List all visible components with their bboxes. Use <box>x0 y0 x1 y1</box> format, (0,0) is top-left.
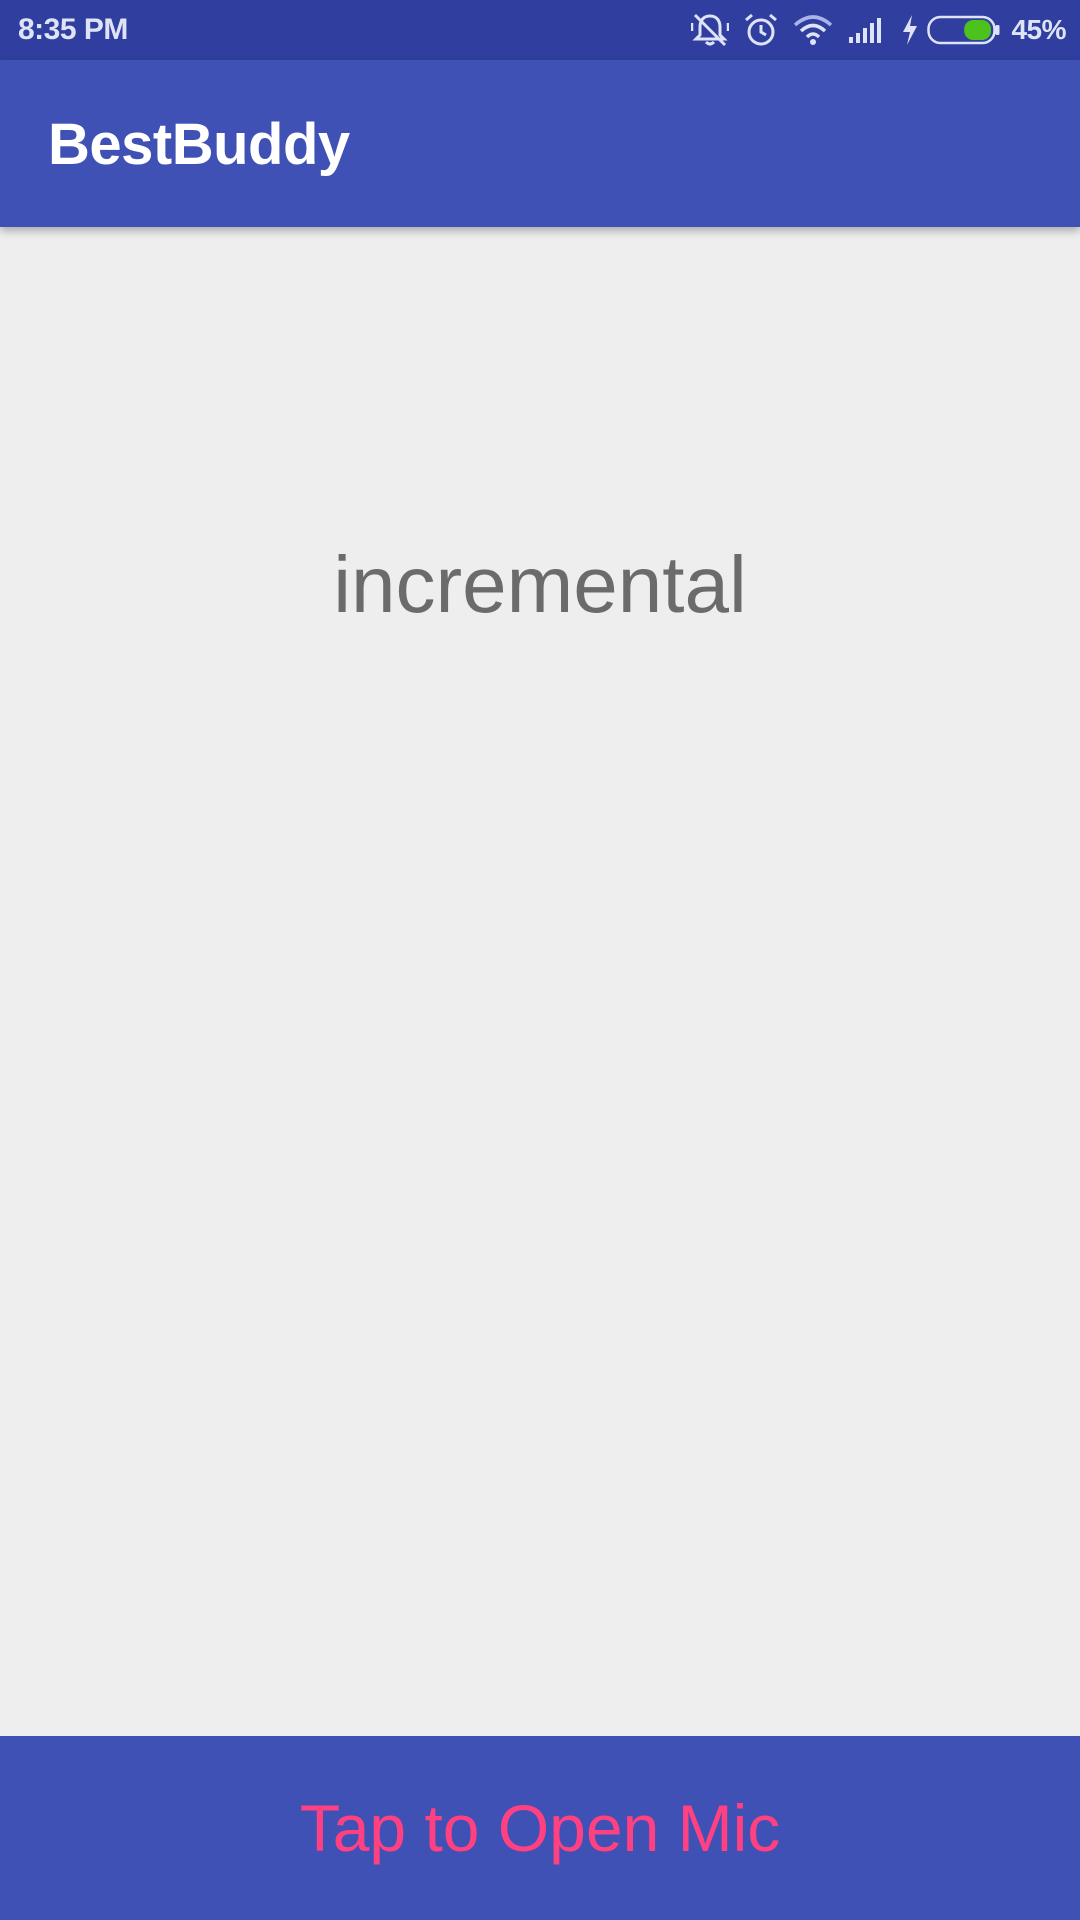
open-mic-button[interactable]: Tap to Open Mic <box>0 1736 1080 1920</box>
alarm-silenced-icon <box>691 12 730 48</box>
battery-icon <box>927 15 1001 45</box>
status-time: 8:35 PM <box>18 13 128 46</box>
status-bar: 8:35 PM 45% <box>0 0 1080 60</box>
recognized-text: incremental <box>333 540 747 629</box>
open-mic-label: Tap to Open Mic <box>299 1791 781 1865</box>
app-toolbar: BestBuddy <box>0 60 1080 227</box>
app-title: BestBuddy <box>48 112 350 177</box>
battery-percent: 45% <box>1011 14 1066 45</box>
alarm-clock-icon <box>743 12 779 48</box>
signal-icon <box>847 15 887 45</box>
charging-icon <box>901 14 919 46</box>
main-content: incremental <box>0 227 1080 1736</box>
wifi-icon <box>793 15 833 45</box>
status-icons: 45% <box>677 0 1066 60</box>
